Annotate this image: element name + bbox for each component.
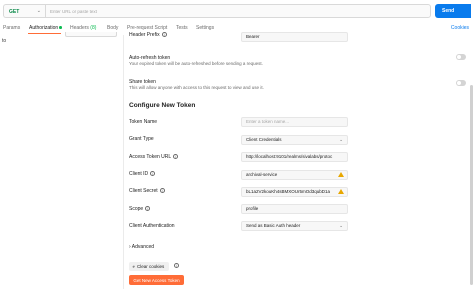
client-id-value: archival-service [246,172,278,177]
warning-icon[interactable] [338,189,344,194]
pane-divider[interactable] [123,35,124,289]
cookie-icon: ◕ [132,263,136,270]
client-auth-select[interactable]: Send as Basic Auth header ⌄ [241,221,348,231]
client-id-input[interactable]: archival-service [241,170,348,180]
tab-tests-label: Tests [176,25,188,31]
tab-params-label: Params [3,25,21,31]
scrollbar[interactable] [470,85,473,285]
grant-type-value: Client Credentials [246,137,282,142]
tab-settings[interactable]: Settings [196,25,214,31]
client-secret-row: Client Secret i [129,188,165,194]
active-dot-icon [59,26,62,29]
chevron-right-icon: › [129,244,131,250]
info-icon[interactable]: i [161,32,167,38]
info-icon[interactable]: i [174,263,179,268]
client-auth-value: Send as Basic Auth header [246,223,301,228]
active-tab-indicator [28,33,61,34]
auth-type-dropdown-edge[interactable] [65,32,117,37]
headers-count: (8) [90,25,97,31]
tab-prerequest-label: Pre-request Script [127,25,168,31]
info-icon[interactable]: i [159,188,165,194]
header-prefix-row: Header Prefix i [129,32,167,38]
tab-prerequest[interactable]: Pre-request Script [127,25,167,31]
advanced-label: Advanced [131,244,155,250]
url-field[interactable] [45,4,431,18]
client-id-label: Client ID [129,171,149,177]
grant-type-select[interactable]: Client Credentials ⌄ [241,135,348,145]
info-icon[interactable]: i [173,154,179,160]
tab-body[interactable]: Body [107,25,118,31]
tab-settings-label: Settings [196,25,215,31]
client-auth-label: Client Authentication [129,223,175,229]
request-bar: GET ⌄ Send [0,0,474,22]
method-label: GET [9,9,20,15]
header-prefix-input[interactable]: Bearer [241,32,348,42]
chevron-down-icon: ⌄ [339,223,343,228]
left-pane-text: to [2,38,7,44]
tab-authorization[interactable]: Authorization [29,25,62,31]
tab-headers[interactable]: Headers (8) [70,25,96,31]
chevron-down-icon: ⌄ [339,137,343,142]
header-prefix-value: Bearer [246,34,260,39]
share-token-toggle[interactable] [456,80,466,86]
client-secret-value: bL1a2V2kouKh4sBMXOUr5mOd3qubD1a [246,189,331,194]
tab-tests[interactable]: Tests [176,25,188,31]
client-id-row: Client ID i [129,171,156,177]
tab-authorization-label: Authorization [29,25,59,31]
chevron-down-icon: ⌄ [36,8,41,14]
share-token-desc: This will allow anyone with access to th… [129,85,264,90]
client-secret-label: Client Secret [129,188,158,194]
get-new-access-token-button[interactable]: Get New Access Token [129,275,184,285]
tab-body-label: Body [107,25,119,31]
header-prefix-label: Header Prefix [129,32,160,38]
send-label: Send [442,8,455,14]
access-token-url-value: http://localhost:9101/realms/sivalabs/pr… [246,154,333,159]
auto-refresh-desc: Your expired token will be auto-refreshe… [129,61,263,66]
get-token-label: Get New Access Token [133,277,180,283]
send-button[interactable]: Send [435,4,471,18]
access-token-url-label: Access Token URL [129,154,172,160]
access-token-url-row: Access Token URL i [129,154,179,160]
cookies-link[interactable]: Cookies [451,25,469,31]
token-name-input[interactable]: Enter a token name... [241,117,348,127]
warning-icon[interactable] [338,172,344,177]
scope-value: profile [246,206,259,211]
token-name-placeholder: Enter a token name... [246,119,290,124]
clear-cookies-label: Clear cookies [137,264,165,269]
client-secret-input[interactable]: bL1a2V2kouKh4sBMXOUr5mOd3qubD1a [241,187,348,197]
advanced-toggle[interactable]: › Advanced [129,244,154,250]
scope-row: Scope i [129,206,151,212]
info-icon[interactable]: i [145,206,151,212]
method-select[interactable]: GET ⌄ [3,4,45,18]
scope-input[interactable]: profile [241,204,348,214]
clear-cookies-button[interactable]: ◕ Clear cookies [129,262,169,271]
grant-type-label: Grant Type [129,136,154,142]
access-token-url-input[interactable]: http://localhost:9101/realms/sivalabs/pr… [241,152,348,162]
token-name-label: Token Name [129,119,158,125]
section-title: Configure New Token [129,102,196,109]
scope-label: Scope [129,206,144,212]
auto-refresh-toggle[interactable] [456,54,466,60]
url-input[interactable] [50,8,420,15]
tab-params[interactable]: Params [3,25,20,31]
tab-headers-label: Headers [70,25,89,31]
info-icon[interactable]: i [150,171,156,177]
